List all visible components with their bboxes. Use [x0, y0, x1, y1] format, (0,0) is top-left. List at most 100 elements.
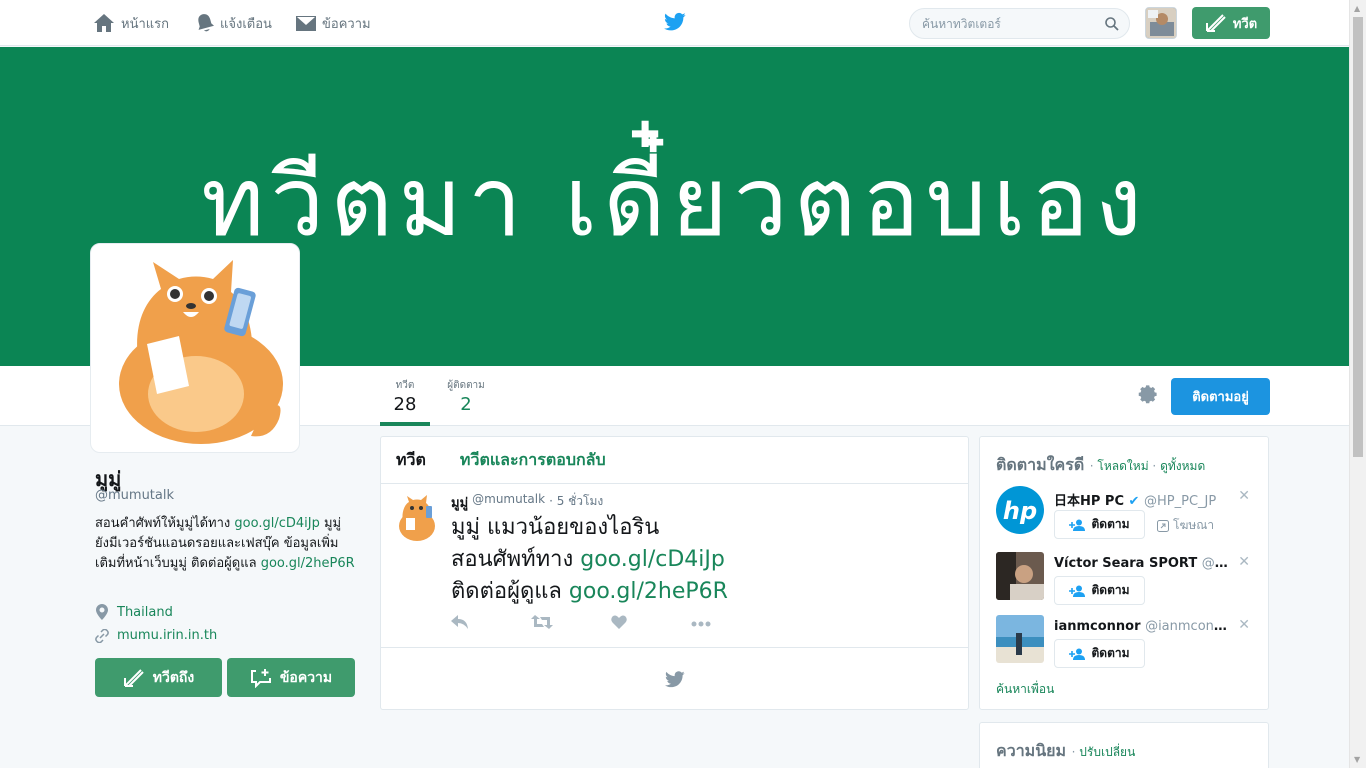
follow-button-label: ติดตาม [1091, 517, 1130, 531]
tweet-to-button[interactable]: ทวีตถึง [95, 658, 222, 697]
tab-tweets-and-replies[interactable]: ทวีตและการตอบกลับ [460, 448, 606, 473]
tweet-line-2: สอนศัพท์ทาง goo.gl/cD4iJp [451, 544, 728, 576]
suggestion-name[interactable]: ianmconnor @ianmconnor [1054, 619, 1234, 634]
tweet-timestamp[interactable]: · 5 ชั่วโมง [549, 492, 603, 513]
suggestion-handle: @HP_PC_JP [1143, 494, 1217, 509]
nav-notifications[interactable]: แจ้งเตือน [196, 0, 272, 46]
home-icon [94, 14, 114, 32]
suggestion-avatar[interactable] [996, 615, 1044, 663]
gear-icon[interactable] [1137, 383, 1159, 405]
location-text[interactable]: Thailand [117, 605, 173, 620]
dismiss-icon[interactable]: ✕ [1238, 554, 1250, 570]
bio-link-1[interactable]: goo.gl/cD4iJp [234, 516, 319, 531]
tweet-line-3-text: ติดต่อผู้ดูแล [451, 579, 569, 604]
twitter-bird-icon[interactable] [664, 12, 686, 32]
top-navigation-bar: หน้าแรก แจ้งเตือน ข้อความ ทวีต [0, 0, 1349, 46]
twitter-bird-icon [664, 670, 685, 687]
retweet-action[interactable] [531, 615, 611, 633]
trends-change-link[interactable]: ปรับเปลี่ยน [1079, 745, 1135, 759]
svg-text:hp: hp [1003, 497, 1037, 525]
search-icon[interactable] [1105, 16, 1119, 31]
search-box[interactable] [909, 8, 1130, 39]
suggestion-name[interactable]: 日本HP PC ✔ @HP_PC_JP [1054, 490, 1234, 509]
stat-tweets[interactable]: ทวีต 28 [380, 366, 430, 426]
suggestion-handle: @vicsea... [1201, 556, 1234, 571]
who-to-follow-module: ติดตามใครดี · โหลดใหม่ · ดูทั้งหมด hp 日本… [979, 436, 1269, 710]
view-all-link[interactable]: ดูทั้งหมด [1160, 459, 1205, 473]
following-button[interactable]: ติดตามอยู่ [1171, 378, 1270, 415]
bio-link-2[interactable]: goo.gl/2heP6R [261, 556, 355, 571]
compose-tweet-label: ทวีต [1232, 16, 1258, 32]
tweet-author-name[interactable]: มูมู่ [451, 492, 468, 513]
trends-header: ความนิยม · ปรับเปลี่ยน [996, 739, 1135, 764]
compose-icon [1205, 14, 1226, 32]
suggestion-handle: @ianmconnor [1145, 619, 1234, 634]
suggestion-display-name: Víctor Seara SPORT [1054, 556, 1198, 571]
scrollbar-thumb[interactable] [1353, 17, 1363, 457]
timeline-tabs: ทวีต ทวีตและการตอบกลับ [381, 437, 968, 484]
message-label: ข้อความ [279, 669, 333, 686]
suggestion-display-name: ianmconnor [1054, 619, 1141, 634]
tweet-actions [451, 615, 771, 633]
nav-home[interactable]: หน้าแรก [93, 0, 169, 46]
website-link[interactable]: mumu.irin.in.th [117, 628, 217, 643]
message-button[interactable]: ข้อความ [227, 658, 355, 697]
verified-badge-icon: ✔ [1128, 494, 1140, 509]
more-action[interactable] [691, 615, 771, 633]
nav-messages[interactable]: ข้อความ [296, 0, 371, 46]
find-friends-link[interactable]: ค้นหาเพื่อน [996, 680, 1054, 699]
timeline-end [381, 648, 968, 710]
search-input[interactable] [922, 16, 1105, 31]
profile-avatar[interactable] [90, 243, 300, 453]
link-icon [95, 628, 109, 643]
suggestion-avatar[interactable]: hp [996, 486, 1044, 534]
more-dots-icon [691, 621, 711, 627]
dismiss-icon[interactable]: ✕ [1238, 488, 1250, 504]
bio-text-1: สอนคำศัพท์ให้มูมู่ได้ทาง [95, 516, 235, 531]
nav-home-label: หน้าแรก [121, 16, 169, 32]
dismiss-icon[interactable]: ✕ [1238, 617, 1250, 633]
timeline: ทวีต ทวีตและการตอบกลับ มูมู่ @mumutalk ·… [380, 436, 969, 710]
separator: · [1148, 459, 1161, 473]
profile-handle[interactable]: @mumutalk [95, 488, 174, 503]
add-user-icon [1069, 648, 1086, 660]
compose-tweet-button[interactable]: ทวีต [1192, 7, 1270, 39]
tweet-link-1[interactable]: goo.gl/cD4iJp [580, 547, 725, 572]
tweet-author-handle[interactable]: @mumutalk [472, 492, 545, 513]
follow-button-label: ติดตาม [1091, 646, 1130, 660]
scroll-down-arrow-icon[interactable]: ▼ [1354, 755, 1360, 764]
retweet-icon [531, 615, 553, 629]
reply-icon [451, 615, 468, 629]
suggestion-item: Víctor Seara SPORT @vicsea... ✕ ติดตาม [996, 552, 1258, 606]
page-scrollbar[interactable]: ▲ ▼ [1349, 0, 1366, 768]
tweet-link-2[interactable]: goo.gl/2heP6R [569, 579, 728, 604]
reload-link[interactable]: โหลดใหม่ [1097, 459, 1148, 473]
tweet-to-label: ทวีตถึง [152, 669, 195, 686]
heart-icon [611, 615, 627, 629]
follow-button[interactable]: ติดตาม [1054, 510, 1145, 539]
tweet-avatar[interactable] [397, 494, 439, 542]
suggestion-name[interactable]: Víctor Seara SPORT @vicsea... [1054, 556, 1234, 571]
stat-followers[interactable]: ผู้ติดตาม 2 [440, 366, 492, 426]
who-to-follow-title: ติดตามใครดี [996, 455, 1085, 474]
suggestion-item: ianmconnor @ianmconnor ✕ ติดตาม [996, 615, 1258, 669]
suggestion-item: hp 日本HP PC ✔ @HP_PC_JP ✕ ติดตาม โฆษณา [996, 486, 1258, 540]
follow-button[interactable]: ติดตาม [1054, 639, 1145, 668]
promoted-label: โฆษณา [1157, 516, 1214, 535]
scroll-up-arrow-icon[interactable]: ▲ [1354, 4, 1360, 13]
envelope-icon [296, 16, 316, 31]
trends-title: ความนิยม [996, 741, 1067, 760]
suggestion-avatar[interactable] [996, 552, 1044, 600]
profile-website: mumu.irin.in.th [95, 628, 217, 643]
follow-button-label: ติดตาม [1091, 583, 1130, 597]
follow-button[interactable]: ติดตาม [1054, 576, 1145, 605]
tab-tweets[interactable]: ทวีต [396, 448, 426, 473]
reply-action[interactable] [451, 615, 531, 633]
tweet-line-1: มูมู่ แมวน้อยของไอริน [451, 515, 660, 540]
like-action[interactable] [611, 615, 691, 633]
tweet-line-2-text: สอนศัพท์ทาง [451, 547, 581, 572]
user-avatar[interactable] [1145, 7, 1177, 39]
tweet-item[interactable]: มูมู่ @mumutalk · 5 ชั่วโมง มูมู่ แมวน้อ… [381, 484, 968, 648]
suggestion-display-name: 日本HP PC [1054, 494, 1125, 509]
add-user-icon [1069, 585, 1086, 597]
